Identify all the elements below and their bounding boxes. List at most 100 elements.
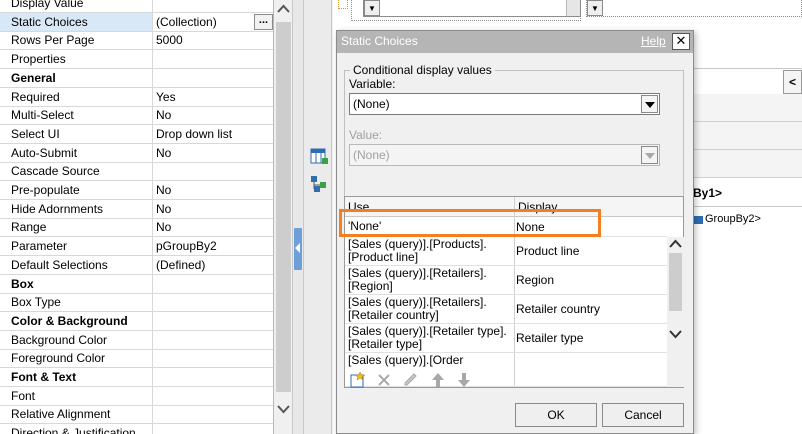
property-row[interactable]: Auto-Submit No [0, 143, 273, 163]
list-band [690, 122, 802, 150]
list-band [690, 150, 802, 178]
by1-label: By1> [693, 186, 723, 200]
scroll-down-icon[interactable] [274, 400, 293, 418]
property-name: Static Choices [0, 12, 153, 31]
dropdown-icon: ▼ [364, 0, 380, 16]
property-row[interactable]: Rows Per Page 5000 [0, 31, 273, 51]
property-row[interactable]: Range No [0, 218, 273, 238]
list-band [690, 94, 802, 122]
property-value[interactable]: No [154, 181, 273, 199]
variable-select[interactable]: (None) [349, 93, 660, 115]
property-group-header[interactable]: Color & Background [0, 311, 273, 331]
display-cell: Region [516, 273, 555, 287]
property-row[interactable]: Font [0, 386, 273, 406]
value-select[interactable]: (None) [349, 144, 660, 166]
list-header-line [690, 68, 802, 69]
property-row[interactable]: Static Choices (Collection)... [0, 12, 273, 32]
delete-icon[interactable] [375, 371, 393, 389]
use-cell: [Sales (query)].[Products].[Product line… [348, 237, 487, 264]
scroll-thumb[interactable] [669, 253, 682, 311]
table-tool-icon[interactable] [309, 146, 329, 166]
new-item-icon[interactable] [349, 371, 367, 389]
display-cell: Product line [516, 244, 580, 258]
property-row[interactable]: Pre-populate No [0, 181, 273, 200]
property-value[interactable]: Drop down list [154, 125, 273, 143]
property-name: Relative Alignment [0, 405, 153, 424]
property-row[interactable]: Direction & Justification [0, 424, 273, 434]
table-row[interactable]: [Sales (query)].[Retailer type].[Retaile… [345, 324, 667, 353]
display-cell: Retailer type [516, 331, 584, 345]
edit-icon[interactable] [401, 371, 419, 389]
property-name: Required [0, 87, 153, 106]
property-name: Color & Background [0, 311, 153, 330]
property-value[interactable] [154, 424, 273, 434]
list-column-marker: < [783, 70, 802, 94]
property-value[interactable] [154, 331, 273, 349]
help-link[interactable]: Help [641, 34, 666, 48]
property-value[interactable] [154, 162, 273, 180]
property-row[interactable]: Relative Alignment [0, 405, 273, 425]
cancel-button[interactable]: Cancel [602, 403, 684, 427]
property-row[interactable]: Cascade Source [0, 162, 273, 182]
property-name: Rows Per Page [0, 31, 153, 50]
property-row[interactable]: Background Color [0, 330, 273, 350]
move-down-icon[interactable] [455, 371, 473, 389]
property-value[interactable]: No [154, 106, 273, 124]
property-row[interactable]: Hide Adornments No [0, 199, 273, 219]
properties-scrollbar[interactable] [274, 0, 293, 434]
property-row[interactable]: Properties [0, 50, 273, 70]
property-value[interactable] [154, 405, 273, 423]
property-value[interactable]: (Defined) [154, 256, 273, 274]
scroll-up-icon[interactable] [667, 237, 684, 251]
property-value[interactable] [154, 0, 273, 12]
pane-splitter[interactable] [293, 0, 304, 434]
tree-tool-icon[interactable] [309, 174, 329, 194]
property-row[interactable]: Parameter pGroupBy2 [0, 237, 273, 257]
property-value[interactable] [154, 387, 273, 405]
property-group-header[interactable]: General [0, 68, 273, 88]
scroll-up-icon[interactable] [274, 0, 293, 18]
property-value[interactable]: No [154, 218, 273, 236]
property-value[interactable]: No [154, 200, 273, 218]
ok-button[interactable]: OK [515, 403, 597, 427]
scroll-thumb[interactable] [276, 22, 291, 392]
data-item-icon [693, 216, 703, 224]
table-row[interactable]: [Sales (query)].[Retailers].[Retailer co… [345, 295, 667, 324]
property-value[interactable]: 5000 [154, 31, 273, 49]
property-value[interactable]: pGroupBy2 [154, 237, 273, 255]
close-button[interactable]: ✕ [672, 33, 690, 50]
property-name: Foreground Color [0, 349, 153, 368]
property-value[interactable] [154, 50, 273, 68]
use-cell: [Sales (query)].[Order [348, 353, 464, 367]
property-row[interactable]: Box Type [0, 293, 273, 313]
property-group-header[interactable]: Font & Text [0, 368, 273, 387]
scroll-down-icon[interactable] [667, 327, 684, 341]
property-value[interactable] [154, 293, 273, 311]
table-scrollbar[interactable] [667, 237, 684, 387]
table-row[interactable]: [Sales (query)].[Products].[Product line… [345, 237, 667, 266]
property-value[interactable] [154, 349, 273, 367]
property-row[interactable]: Default Selections (Defined) [0, 255, 273, 275]
dialog-title: Static Choices [341, 34, 418, 48]
property-row[interactable]: Display Value [0, 0, 273, 13]
ellipsis-button[interactable]: ... [254, 13, 273, 30]
property-value[interactable] [154, 275, 273, 293]
property-value[interactable] [154, 69, 273, 87]
property-value[interactable] [154, 312, 273, 330]
property-value[interactable]: Yes [154, 88, 273, 106]
property-row[interactable]: Multi-Select No [0, 106, 273, 126]
property-group-header[interactable]: Box [0, 274, 273, 294]
property-row[interactable]: Required Yes [0, 87, 273, 107]
property-row[interactable]: Foreground Color [0, 349, 273, 369]
variable-value: (None) [353, 97, 390, 111]
property-value[interactable] [154, 368, 273, 386]
prompt-dropdown-2[interactable]: ▼ [586, 0, 802, 17]
variable-label: Variable: [349, 77, 396, 91]
property-value[interactable]: No [154, 144, 273, 162]
chevron-down-icon[interactable] [641, 95, 658, 113]
table-row[interactable]: [Sales (query)].[Order [345, 353, 667, 387]
property-row[interactable]: Select UI Drop down list [0, 124, 273, 144]
move-up-icon[interactable] [429, 371, 447, 389]
table-row[interactable]: [Sales (query)].[Retailers].[Region] Regi… [345, 266, 667, 295]
prompt-dropdown-1[interactable]: ▼ [363, 0, 581, 17]
